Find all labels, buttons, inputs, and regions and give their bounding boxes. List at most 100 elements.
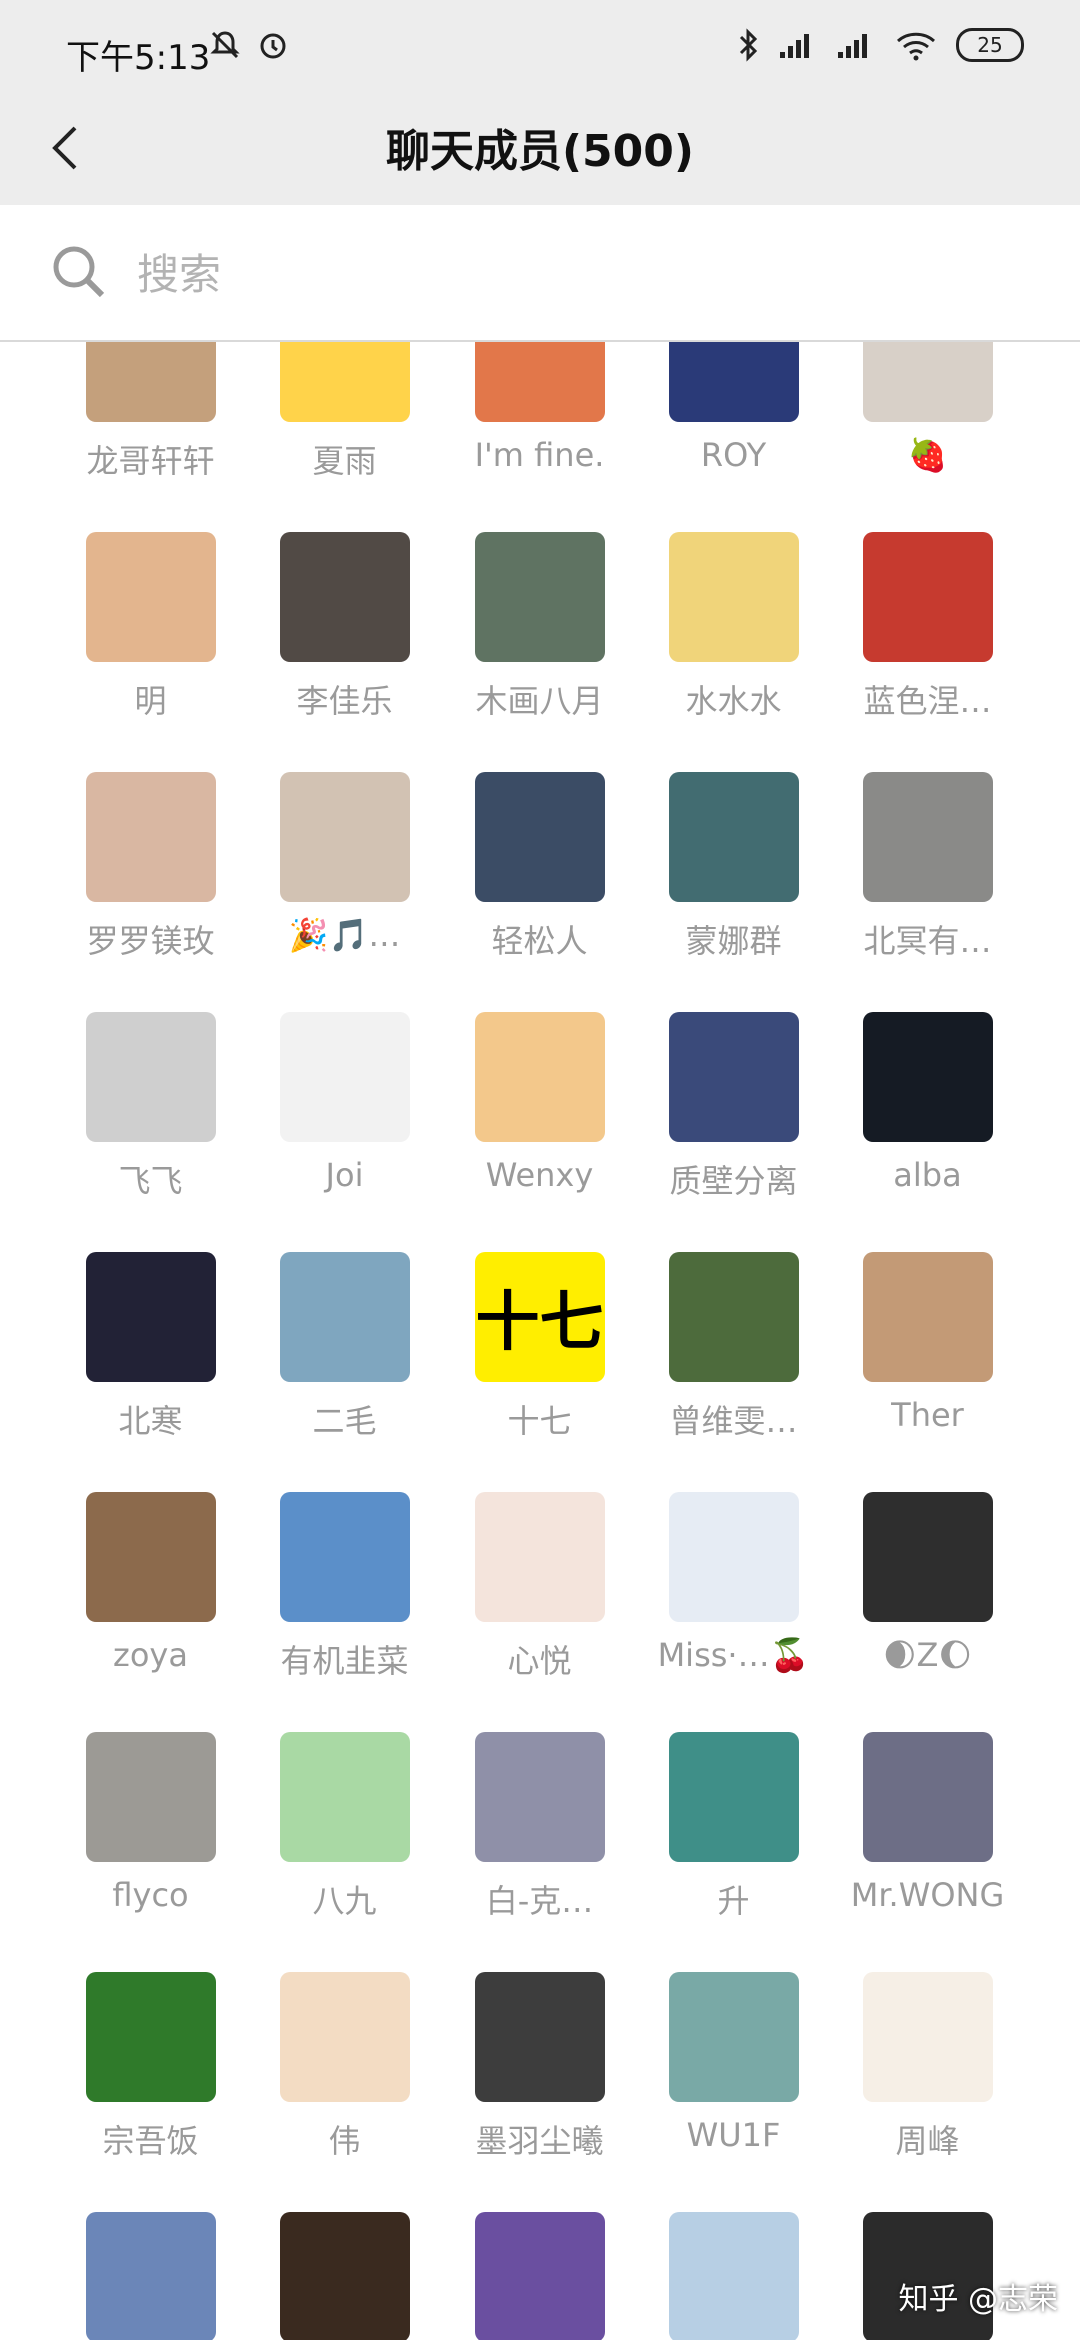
- avatar: [474, 1492, 605, 1622]
- member-item[interactable]: 明: [53, 532, 248, 722]
- member-name: 🎉🎵…: [288, 916, 401, 954]
- member-item[interactable]: 二毛: [247, 1252, 442, 1442]
- member-item[interactable]: ROY: [636, 342, 831, 474]
- member-item[interactable]: 蓝色涅…: [830, 532, 1025, 722]
- avatar: [474, 532, 605, 662]
- member-item[interactable]: 有机韭菜: [247, 1492, 442, 1682]
- mute-bell-icon: [210, 31, 240, 59]
- member-name: 周峰: [895, 2122, 960, 2160]
- watermark: 知乎 @志荣: [898, 2282, 1058, 2317]
- member-item[interactable]: 白-克…: [442, 1732, 637, 1922]
- avatar: [85, 1732, 216, 1862]
- avatar: [279, 532, 410, 662]
- member-item[interactable]: Ther: [830, 1252, 1025, 1434]
- member-item[interactable]: 八九: [247, 1732, 442, 1922]
- search-bar: [0, 205, 1080, 342]
- avatar: [474, 1012, 605, 1142]
- member-name: 蓝色涅…: [863, 682, 992, 720]
- member-item[interactable]: 蒙娜群: [636, 772, 831, 962]
- member-name: 明: [134, 682, 167, 720]
- member-name: ROY: [700, 436, 767, 474]
- member-item[interactable]: Mr.WONG: [830, 1732, 1025, 1914]
- member-item[interactable]: flyco: [53, 1732, 248, 1914]
- avatar: [474, 1732, 605, 1862]
- member-name: 宗吾饭: [102, 2122, 199, 2160]
- bluetooth-icon: [739, 28, 758, 62]
- member-name: 有机韭菜: [280, 1642, 409, 1680]
- member-item[interactable]: 轻松人: [442, 772, 637, 962]
- member-item[interactable]: [53, 2212, 248, 2340]
- avatar: [85, 772, 216, 902]
- member-item[interactable]: Wenxy: [442, 1012, 637, 1194]
- member-item[interactable]: 质壁分离: [636, 1012, 831, 1202]
- status-time: 下午5:13: [66, 38, 211, 78]
- member-name: alba: [893, 1156, 962, 1194]
- member-item[interactable]: zoya: [53, 1492, 248, 1674]
- avatar: [474, 342, 605, 422]
- member-grid: 龙哥轩轩 夏雨 I'm fine. ROY 🍓 明 李佳乐 木画八月 水水水 蓝色涅… 罗罗镁玫 🎉🎵…: [0, 342, 1080, 2340]
- avatar: [85, 1012, 216, 1142]
- avatar: [862, 1492, 993, 1622]
- avatar: [85, 1972, 216, 2102]
- member-item[interactable]: 罗罗镁玫: [53, 772, 248, 962]
- avatar: [279, 342, 410, 422]
- member-item[interactable]: 升: [636, 1732, 831, 1922]
- member-name: 十七: [507, 1402, 572, 1440]
- avatar: [862, 1732, 993, 1862]
- avatar: [862, 1252, 993, 1382]
- member-name: 🍓: [907, 436, 948, 474]
- member-item[interactable]: 🍓: [830, 342, 1025, 474]
- member-name: I'm fine.: [474, 436, 605, 474]
- member-name: 龙哥轩轩: [86, 442, 215, 480]
- member-name: 心悦: [507, 1642, 572, 1680]
- signal-icon: [838, 34, 867, 58]
- member-name: 夏雨: [312, 442, 377, 480]
- member-item[interactable]: Joi: [247, 1012, 442, 1194]
- search-input[interactable]: [135, 243, 1019, 305]
- member-item[interactable]: 北冥有…: [830, 772, 1025, 962]
- member-item[interactable]: Miss·…🍒: [636, 1492, 831, 1674]
- member-item[interactable]: 墨羽尘曦: [442, 1972, 637, 2162]
- avatar: [862, 342, 993, 422]
- avatar: [668, 2212, 799, 2340]
- member-item[interactable]: [636, 2212, 831, 2340]
- member-item[interactable]: alba: [830, 1012, 1025, 1194]
- avatar: [668, 1492, 799, 1622]
- member-name: 罗罗镁玫: [86, 922, 215, 960]
- member-item[interactable]: WU1F: [636, 1972, 831, 2154]
- member-item[interactable]: 龙哥轩轩: [53, 342, 248, 482]
- member-name: 木画八月: [475, 682, 604, 720]
- member-item[interactable]: [442, 2212, 637, 2340]
- avatar: [668, 1252, 799, 1382]
- avatar: [279, 772, 410, 902]
- member-item[interactable]: 宗吾饭: [53, 1972, 248, 2162]
- member-item[interactable]: 夏雨: [247, 342, 442, 482]
- member-name: 白-克…: [485, 1882, 594, 1920]
- member-name: 北冥有…: [863, 922, 992, 960]
- member-item[interactable]: 心悦: [442, 1492, 637, 1682]
- member-name: 北寒: [118, 1402, 183, 1440]
- member-name: 二毛: [312, 1402, 377, 1440]
- avatar: [668, 772, 799, 902]
- member-name: 伟: [328, 2122, 361, 2160]
- member-name: Wenxy: [485, 1156, 594, 1194]
- member-item[interactable]: 十七 十七: [442, 1252, 637, 1442]
- avatar: [474, 772, 605, 902]
- member-item[interactable]: 曾维雯…: [636, 1252, 831, 1442]
- member-item[interactable]: 🎉🎵…: [247, 772, 442, 954]
- member-item[interactable]: 🌒Z🌔: [830, 1492, 1025, 1674]
- member-item[interactable]: 北寒: [53, 1252, 248, 1442]
- member-item[interactable]: 水水水: [636, 532, 831, 722]
- battery-indicator: 25: [956, 28, 1024, 62]
- member-item[interactable]: 周峰: [830, 1972, 1025, 2162]
- member-name: 质壁分离: [669, 1162, 798, 1200]
- member-item[interactable]: 飞飞: [53, 1012, 248, 1202]
- member-item[interactable]: 木画八月: [442, 532, 637, 722]
- member-name: WU1F: [686, 2116, 781, 2154]
- member-name: 轻松人: [491, 922, 588, 960]
- member-item[interactable]: [247, 2212, 442, 2340]
- member-item[interactable]: 伟: [247, 1972, 442, 2162]
- status-right-icons: 25: [738, 28, 1024, 62]
- member-item[interactable]: 李佳乐: [247, 532, 442, 722]
- member-item[interactable]: I'm fine.: [442, 342, 637, 474]
